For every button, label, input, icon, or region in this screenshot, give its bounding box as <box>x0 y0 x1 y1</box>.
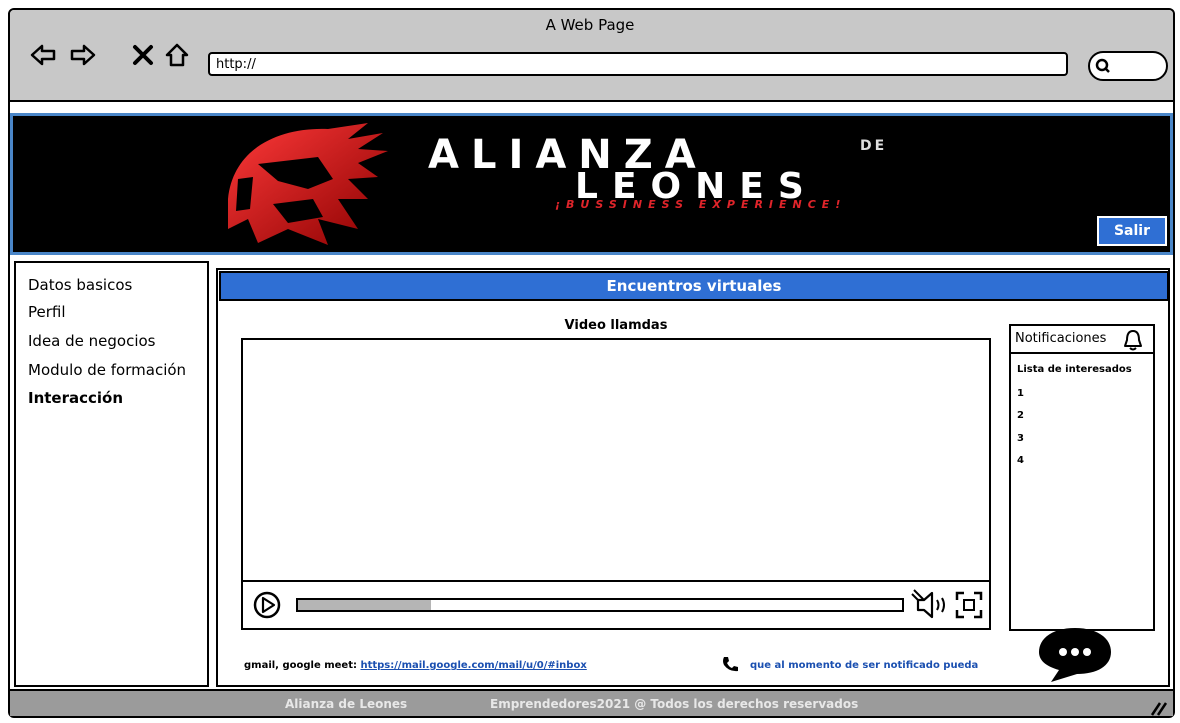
back-arrow-icon[interactable] <box>30 42 56 68</box>
video-title: Video llamdas <box>564 318 668 333</box>
interested-item-3[interactable]: 3 <box>1017 433 1024 444</box>
volume-icon[interactable] <box>910 586 952 622</box>
fullscreen-icon[interactable] <box>954 590 984 620</box>
stop-icon[interactable] <box>130 42 156 68</box>
meeting-links: gmail, google meet: https://mail.google.… <box>244 660 587 671</box>
home-icon[interactable] <box>164 42 190 68</box>
logout-button[interactable]: Salir <box>1097 216 1167 246</box>
section-header: Encuentros virtuales <box>219 271 1169 301</box>
phone-note: que al momento de ser notificado pueda <box>750 660 979 671</box>
brand-name-de: DE <box>860 138 888 154</box>
sidebar-item-perfil[interactable]: Perfil <box>28 303 66 321</box>
brand-tagline: ¡BUSSINESS EXPERIENCE! <box>555 198 847 211</box>
search-icon[interactable] <box>1093 56 1113 76</box>
play-icon[interactable] <box>253 591 281 619</box>
footer-company: Alianza de Leones <box>285 697 408 711</box>
sidebar-item-interaccion[interactable]: Interacción <box>28 389 123 407</box>
interested-list-title: Lista de interesados <box>1017 364 1132 375</box>
forward-arrow-icon[interactable] <box>70 42 96 68</box>
url-input[interactable]: http:// <box>208 52 1068 76</box>
bell-icon[interactable] <box>1122 328 1144 352</box>
sidebar-item-idea-de-negocios[interactable]: Idea de negocios <box>28 332 156 350</box>
interested-item-4[interactable]: 4 <box>1017 455 1024 466</box>
sidebar <box>14 261 209 687</box>
phone-icon[interactable] <box>721 655 739 673</box>
lion-logo <box>228 123 388 245</box>
chat-bubble-icon[interactable] <box>1035 624 1115 684</box>
sidebar-item-datos-basicos[interactable]: Datos basicos <box>28 276 132 294</box>
interested-item-2[interactable]: 2 <box>1017 410 1024 421</box>
meeting-links-label: gmail, google meet: <box>244 660 357 671</box>
sidebar-item-modulo-de-formacion[interactable]: Modulo de formación <box>28 361 186 379</box>
resize-handle-icon[interactable] <box>1150 700 1168 716</box>
video-progress-fill <box>298 600 431 610</box>
interested-item-1[interactable]: 1 <box>1017 388 1024 399</box>
gmail-link[interactable]: https://mail.google.com/mail/u/0/#inbox <box>360 660 586 671</box>
footer-copyright: Emprendedores2021 @ Todos los derechos r… <box>490 697 859 711</box>
window-title: A Web Page <box>545 16 635 34</box>
